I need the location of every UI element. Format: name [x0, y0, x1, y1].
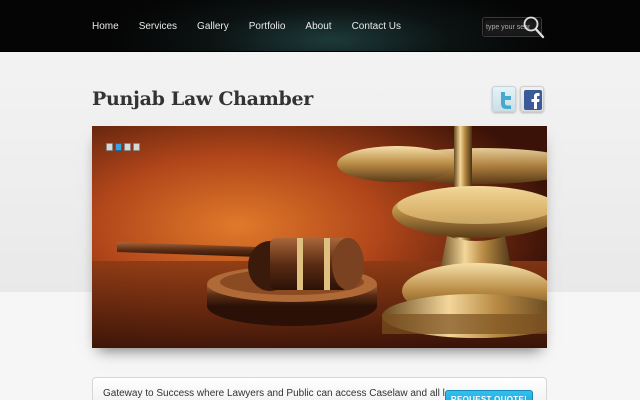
gavel-and-scales-image: [92, 126, 547, 348]
hero-slider[interactable]: [92, 126, 547, 348]
tagline-text: Gateway to Success where Lawyers and Pub…: [103, 388, 463, 399]
slider-dot-4[interactable]: [133, 143, 140, 151]
twitter-icon: [501, 92, 511, 109]
facebook-icon: [524, 90, 542, 110]
nav-item-home[interactable]: Home: [92, 21, 119, 32]
nav-item-about[interactable]: About: [305, 21, 331, 32]
search-icon[interactable]: [522, 14, 546, 40]
top-navigation-bar: Home Services Gallery Portfolio About Co…: [0, 0, 640, 52]
slider-dot-2[interactable]: [115, 143, 122, 151]
tagline-bar: Gateway to Success where Lawyers and Pub…: [92, 377, 547, 400]
nav-item-gallery[interactable]: Gallery: [197, 21, 229, 32]
nav-item-portfolio[interactable]: Portfolio: [249, 21, 286, 32]
facebook-button[interactable]: [520, 86, 544, 112]
request-quote-button[interactable]: REQUEST QUOTE!: [445, 390, 533, 400]
nav-item-contact-us[interactable]: Contact Us: [352, 21, 401, 32]
slider-pagination: [106, 143, 140, 151]
slider-dot-1[interactable]: [106, 143, 113, 151]
nav-item-services[interactable]: Services: [139, 21, 177, 32]
slider-dot-3[interactable]: [124, 143, 131, 151]
twitter-button[interactable]: [492, 86, 516, 112]
main-nav: Home Services Gallery Portfolio About Co…: [92, 0, 421, 52]
site-title: Punjab Law Chamber: [92, 88, 313, 110]
